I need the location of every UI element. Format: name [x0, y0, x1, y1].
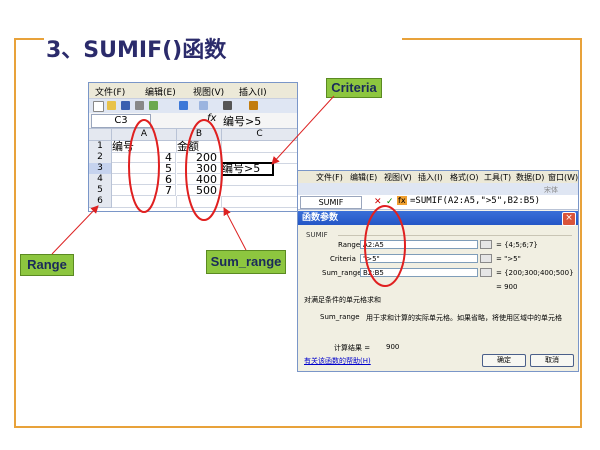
criteria-arrow: [271, 95, 335, 165]
criteria-highlight-ellipse: [364, 205, 406, 287]
annotation-overlay: [51, 95, 406, 287]
range-highlight-ellipse: [128, 119, 160, 213]
sum-range-arrow: [223, 207, 247, 251]
sum-range-highlight-ellipse: [185, 119, 223, 221]
range-arrow: [51, 205, 99, 255]
